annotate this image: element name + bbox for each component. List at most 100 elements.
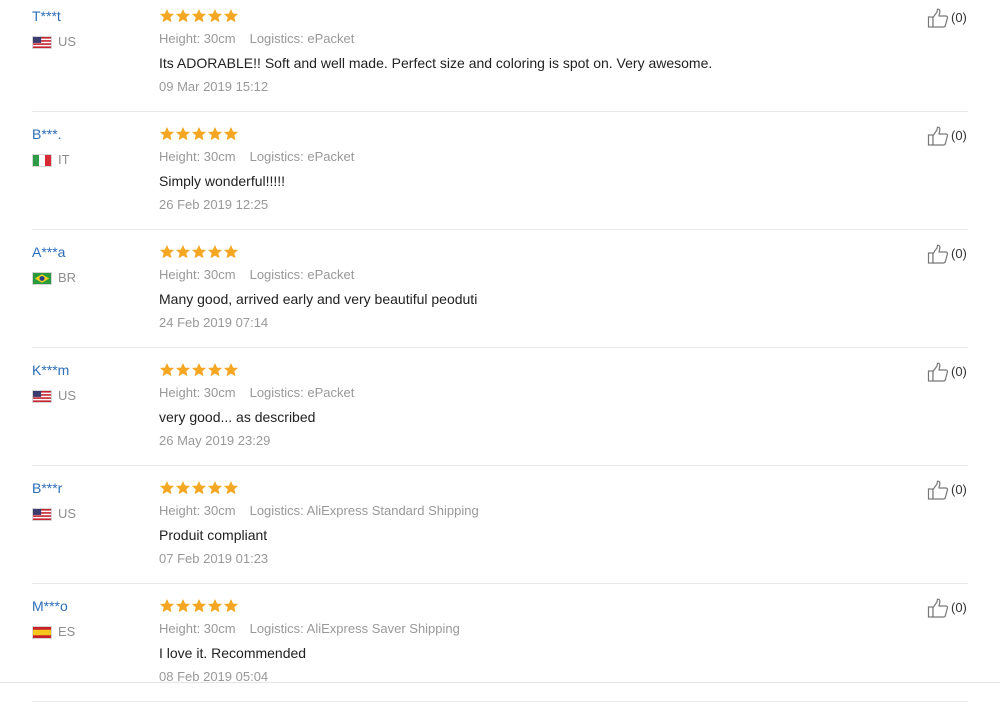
review-text: very good... as described: [159, 409, 316, 425]
star-icon: [207, 362, 223, 378]
review-text: I love it. Recommended: [159, 645, 307, 661]
thumbs-up-icon[interactable]: [927, 598, 949, 618]
star-icon: [191, 480, 207, 496]
reviewer-name[interactable]: B***.: [32, 126, 62, 142]
review-attributes: Height: 30cm Logistics: ePacket: [159, 31, 354, 46]
reviewer-name[interactable]: B***r: [32, 480, 62, 496]
country-code: IT: [58, 152, 70, 167]
flag-us-icon: [32, 389, 52, 403]
country-code: ES: [58, 624, 76, 639]
review-divider: [32, 701, 968, 702]
logistics-attribute: Logistics: AliExpress Saver Shipping: [249, 621, 460, 636]
helpful-button[interactable]: (0): [927, 8, 967, 28]
flag-us-icon: [32, 35, 52, 49]
review-attributes: Height: 30cm Logistics: ePacket: [159, 267, 354, 282]
star-rating: [159, 244, 239, 260]
helpful-button[interactable]: (0): [927, 244, 967, 264]
country-code: US: [58, 34, 77, 49]
review-item: K***m US Height: 30cm Logistics: ePacket …: [0, 354, 1000, 472]
helpful-button[interactable]: (0): [927, 480, 967, 500]
helpful-count: (0): [951, 600, 967, 615]
review-item: B***. IT Height: 30cm Logistics: ePacket …: [0, 118, 1000, 236]
star-rating: [159, 480, 239, 496]
review-date: 26 May 2019 23:29: [159, 433, 271, 448]
thumbs-up-icon[interactable]: [927, 244, 949, 264]
thumbs-up-icon[interactable]: [927, 126, 949, 146]
star-icon: [223, 362, 239, 378]
review-text: Simply wonderful!!!!!: [159, 173, 286, 189]
review-date: 26 Feb 2019 12:25: [159, 197, 269, 212]
reviewer-name[interactable]: T***t: [32, 8, 61, 24]
review-attributes: Height: 30cm Logistics: ePacket: [159, 385, 354, 400]
star-icon: [223, 126, 239, 142]
star-rating: [159, 126, 239, 142]
height-attribute: Height: 30cm: [159, 503, 236, 518]
reviewer-name[interactable]: M***o: [32, 598, 68, 614]
star-icon: [191, 126, 207, 142]
flag-br-icon: [32, 271, 52, 285]
review-divider: [32, 465, 968, 466]
helpful-count: (0): [951, 246, 967, 261]
height-attribute: Height: 30cm: [159, 149, 236, 164]
review-divider: [32, 347, 968, 348]
star-icon: [207, 8, 223, 24]
logistics-attribute: Logistics: ePacket: [249, 267, 355, 282]
review-date: 09 Mar 2019 15:12: [159, 79, 269, 94]
star-icon: [159, 362, 175, 378]
star-icon: [159, 598, 175, 614]
reviewer-name[interactable]: K***m: [32, 362, 69, 378]
review-divider: [32, 229, 968, 230]
thumbs-up-icon[interactable]: [927, 8, 949, 28]
height-attribute: Height: 30cm: [159, 385, 236, 400]
star-rating: [159, 8, 239, 24]
star-icon: [191, 598, 207, 614]
reviewer-country: BR: [32, 271, 76, 285]
star-icon: [159, 480, 175, 496]
reviewer-country: ES: [32, 625, 75, 639]
country-code: US: [58, 388, 77, 403]
star-icon: [223, 244, 239, 260]
height-attribute: Height: 30cm: [159, 621, 236, 636]
review-list: T***t US Height: 30cm Logistics: ePacket …: [0, 0, 1000, 708]
reviewer-country: US: [32, 507, 76, 521]
reviewer-name[interactable]: A***a: [32, 244, 65, 260]
flag-es-icon: [32, 625, 52, 639]
helpful-count: (0): [951, 482, 967, 497]
helpful-button[interactable]: (0): [927, 362, 967, 382]
thumbs-up-icon[interactable]: [927, 480, 949, 500]
country-code: US: [58, 506, 77, 521]
star-icon: [191, 362, 207, 378]
review-item: A***a BR Height: 30cm Logistics: ePacket …: [0, 236, 1000, 354]
review-item: B***r US Height: 30cm Logistics: AliExpre…: [0, 472, 1000, 590]
country-code: BR: [58, 270, 77, 285]
logistics-attribute: Logistics: ePacket: [249, 385, 355, 400]
flag-us-icon: [32, 507, 52, 521]
star-icon: [223, 598, 239, 614]
star-icon: [175, 362, 191, 378]
helpful-button[interactable]: (0): [927, 598, 967, 618]
review-date: 24 Feb 2019 07:14: [159, 315, 269, 330]
reviewer-country: IT: [32, 153, 70, 167]
star-icon: [191, 244, 207, 260]
helpful-button[interactable]: (0): [927, 126, 967, 146]
star-icon: [175, 8, 191, 24]
star-icon: [223, 480, 239, 496]
thumbs-up-icon[interactable]: [927, 362, 949, 382]
helpful-count: (0): [951, 364, 967, 379]
logistics-attribute: Logistics: ePacket: [249, 149, 355, 164]
star-icon: [207, 480, 223, 496]
reviewer-country: US: [32, 35, 76, 49]
star-icon: [175, 480, 191, 496]
review-text: Many good, arrived early and very beauti…: [159, 291, 478, 307]
star-icon: [175, 598, 191, 614]
review-divider: [32, 111, 968, 112]
review-text: Produit compliant: [159, 527, 268, 543]
logistics-attribute: Logistics: AliExpress Standard Shipping: [249, 503, 479, 518]
star-icon: [175, 126, 191, 142]
review-attributes: Height: 30cm Logistics: AliExpress Standa…: [159, 503, 479, 518]
star-icon: [175, 244, 191, 260]
star-icon: [207, 598, 223, 614]
star-icon: [159, 244, 175, 260]
star-rating: [159, 362, 239, 378]
star-icon: [223, 8, 239, 24]
